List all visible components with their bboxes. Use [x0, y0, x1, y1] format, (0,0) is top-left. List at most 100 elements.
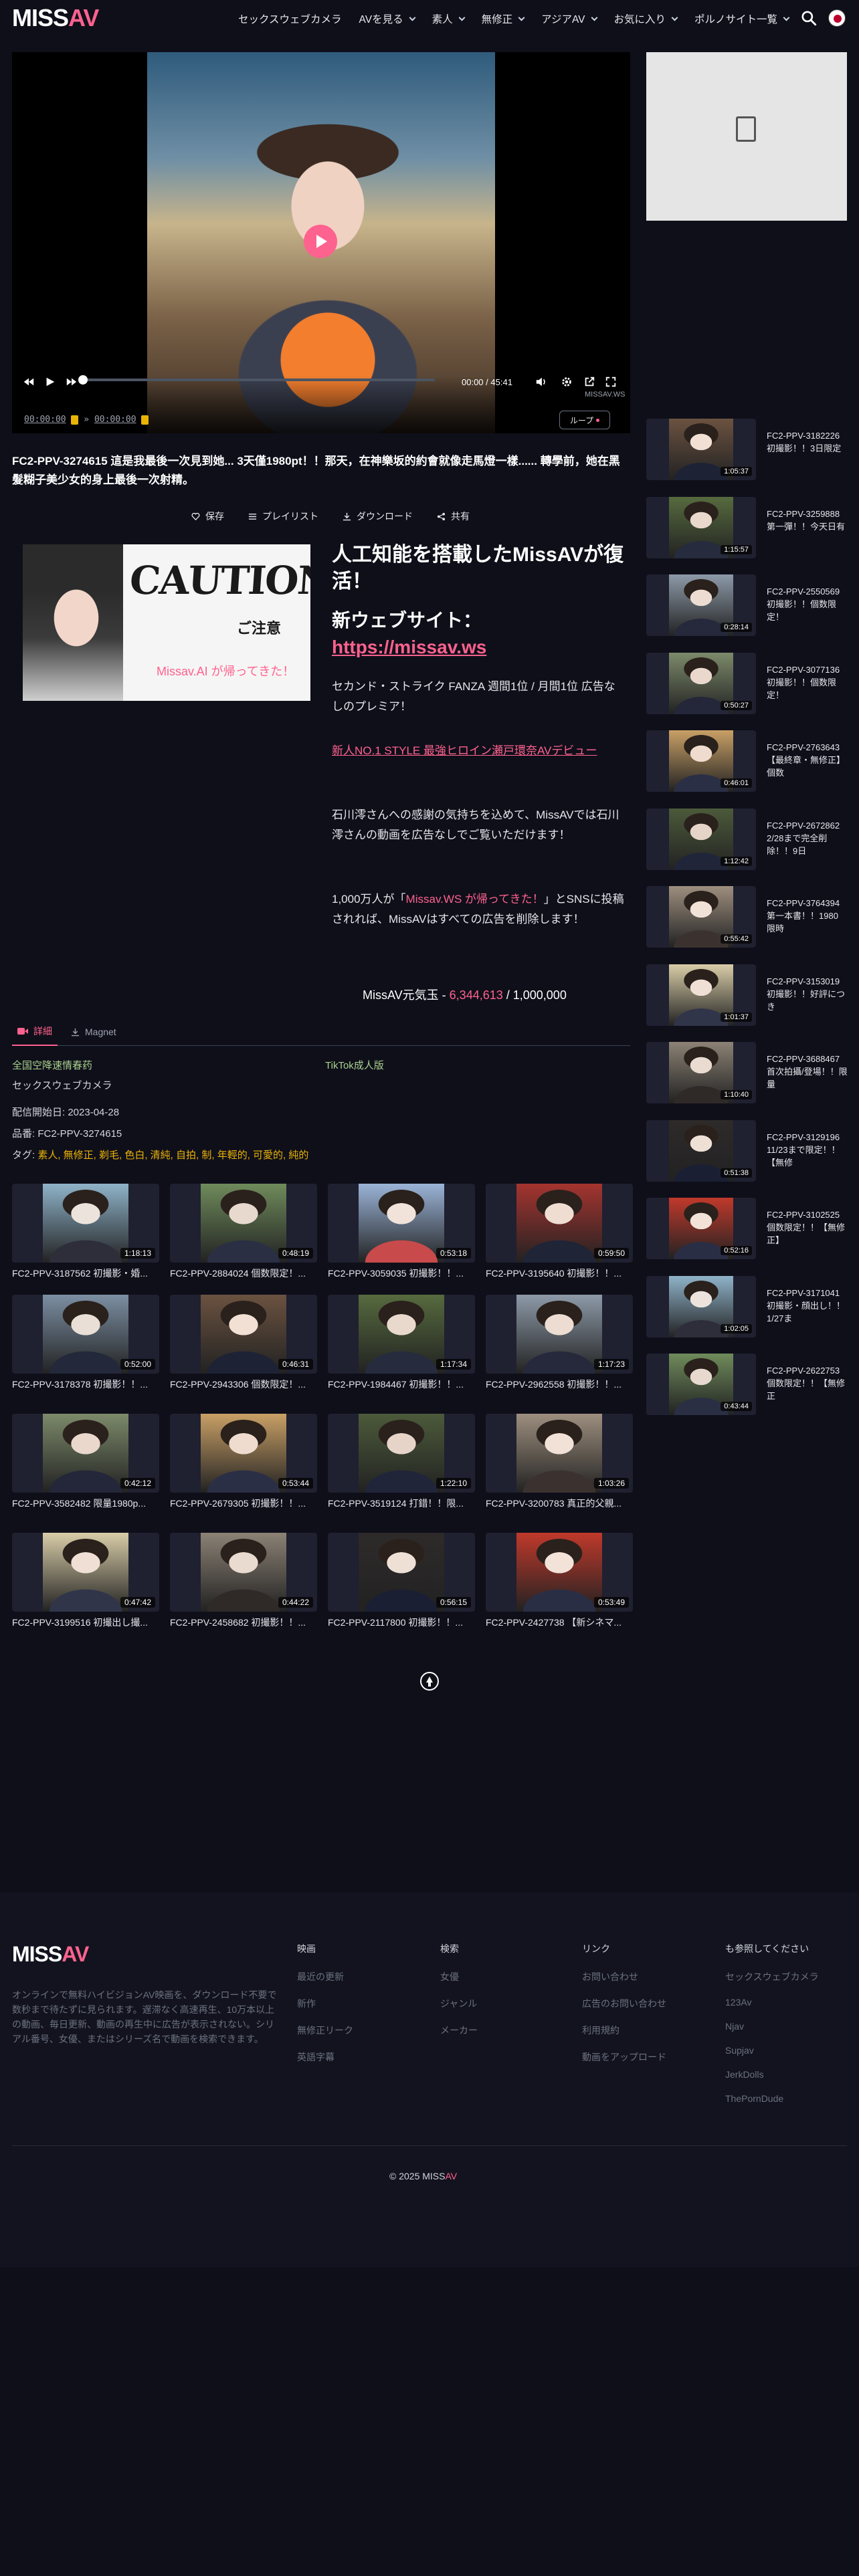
- sidebar-video-title[interactable]: FC2-PPV-3259888 第一彈！！今天日有: [767, 508, 848, 533]
- sidebar-thumbnail[interactable]: 0:46:01: [646, 730, 756, 792]
- footer-link[interactable]: ThePornDude: [725, 2093, 819, 2104]
- video-title-link[interactable]: FC2-PPV-2427738 【新シネマ...: [486, 1616, 634, 1629]
- sidebar-thumbnail[interactable]: 0:50:27: [646, 653, 756, 714]
- video-title-link[interactable]: FC2-PPV-3200783 真正的父親...: [486, 1497, 634, 1510]
- sidebar-video-title[interactable]: FC2-PPV-2622753 個数限定！！【無修正: [767, 1364, 848, 1402]
- video-thumbnail[interactable]: 1:22:10: [328, 1414, 475, 1493]
- sidebar-thumbnail[interactable]: 1:05:37: [646, 419, 756, 480]
- sidebar-thumbnail[interactable]: 1:01:37: [646, 964, 756, 1026]
- sidebar-thumbnail[interactable]: 0:52:16: [646, 1198, 756, 1259]
- video-thumbnail[interactable]: 0:53:49: [486, 1533, 633, 1612]
- share-button[interactable]: 共有: [437, 510, 470, 523]
- set-end-icon[interactable]: [141, 415, 149, 425]
- video-thumbnail[interactable]: 0:53:44: [170, 1414, 317, 1493]
- video-thumbnail[interactable]: 0:46:31: [170, 1295, 317, 1374]
- footer-logo[interactable]: MISSAV: [12, 1942, 89, 1967]
- sidebar-thumbnail[interactable]: 0:28:14: [646, 574, 756, 636]
- video-thumbnail[interactable]: 0:53:18: [328, 1184, 475, 1263]
- sidebar-thumbnail[interactable]: 1:10:40: [646, 1042, 756, 1103]
- video-thumbnail[interactable]: 0:44:22: [170, 1533, 317, 1612]
- footer-link[interactable]: お問い合わせ: [582, 1970, 666, 1983]
- sidebar-thumbnail[interactable]: 1:12:42: [646, 809, 756, 870]
- sidebar-thumbnail[interactable]: 1:02:05: [646, 1276, 756, 1337]
- sidebar-video-title[interactable]: FC2-PPV-3102525 個数限定！！【無修正】: [767, 1208, 848, 1247]
- settings-gear-icon[interactable]: [561, 376, 573, 388]
- nav-amateur[interactable]: 素人: [432, 11, 466, 26]
- video-title-link[interactable]: FC2-PPV-1984467 初撮影！！...: [328, 1378, 476, 1391]
- sidebar-thumbnail[interactable]: 0:55:42: [646, 886, 756, 948]
- sidebar-video-title[interactable]: FC2-PPV-3171041 初撮影・顔出し！！1/27ま: [767, 1287, 848, 1325]
- video-title-link[interactable]: FC2-PPV-2679305 初撮影！！...: [170, 1497, 318, 1510]
- nav-sex-webcam[interactable]: セックスウェブカメラ: [238, 11, 342, 26]
- progress-handle[interactable]: [78, 375, 88, 385]
- footer-link[interactable]: 新作: [297, 1997, 353, 2010]
- set-start-icon[interactable]: [71, 415, 79, 425]
- tab-details[interactable]: 詳細: [12, 1018, 58, 1046]
- nav-site-list[interactable]: ポルノサイト一覧: [694, 11, 790, 26]
- footer-link[interactable]: Supjav: [725, 2045, 819, 2056]
- video-thumbnail[interactable]: 1:17:23: [486, 1295, 633, 1374]
- sidebar-video-title[interactable]: FC2-PPV-3688467 首次拍攝/登場！！限量: [767, 1053, 848, 1091]
- scroll-to-top-icon[interactable]: [420, 1672, 439, 1691]
- sidebar-video-title[interactable]: FC2-PPV-3182226 初撮影！！3日限定: [767, 429, 848, 455]
- sidebar-thumbnail[interactable]: 0:51:38: [646, 1120, 756, 1182]
- new-site-link[interactable]: https://missav.ws: [332, 637, 486, 657]
- nav-uncensored[interactable]: 無修正: [482, 11, 525, 26]
- video-thumbnail[interactable]: 0:56:15: [328, 1533, 475, 1612]
- ab-start-time[interactable]: 00:00:00: [24, 415, 66, 425]
- volume-icon[interactable]: [535, 376, 547, 388]
- footer-link[interactable]: Njav: [725, 2021, 819, 2032]
- search-icon[interactable]: [800, 9, 818, 27]
- footer-link[interactable]: 動画をアップロード: [582, 2050, 666, 2064]
- video-thumbnail[interactable]: 0:48:19: [170, 1184, 317, 1263]
- sidebar-video-title[interactable]: FC2-PPV-3129196 11/23まで限定！！【無修: [767, 1131, 848, 1169]
- sidebar-video-title[interactable]: FC2-PPV-2763643 【最終章・無修正】個数: [767, 741, 848, 779]
- video-title-link[interactable]: FC2-PPV-3195640 初撮影！！...: [486, 1267, 634, 1280]
- footer-link[interactable]: セックスウェブカメラ: [725, 1970, 819, 1983]
- save-button[interactable]: 保存: [191, 510, 224, 523]
- video-title-link[interactable]: FC2-PPV-3059035 初撮影！！...: [328, 1267, 476, 1280]
- tag-links[interactable]: 素人, 無修正, 剃毛, 色白, 清純, 自拍, 制, 年輕的, 可愛的, 純的: [37, 1150, 308, 1161]
- video-thumbnail[interactable]: 1:17:34: [328, 1295, 475, 1374]
- footer-link[interactable]: JerkDolls: [725, 2069, 819, 2080]
- footer-link[interactable]: メーカー: [440, 2024, 478, 2037]
- video-title-link[interactable]: FC2-PPV-2117800 初撮影！！...: [328, 1616, 476, 1629]
- nav-watch-av[interactable]: AVを見る: [359, 11, 416, 26]
- sidebar-video-title[interactable]: FC2-PPV-3764394 第一本書！！1980 限時: [767, 897, 848, 935]
- footer-link[interactable]: 無修正リーク: [297, 2024, 353, 2037]
- rewind-icon[interactable]: [23, 376, 35, 388]
- video-thumbnail[interactable]: 1:18:13: [12, 1184, 159, 1263]
- video-title-link[interactable]: FC2-PPV-3199516 初撮出し撮...: [12, 1616, 161, 1629]
- ab-end-time[interactable]: 00:00:00: [94, 415, 136, 425]
- play-icon[interactable]: [304, 225, 337, 258]
- ad-link-right[interactable]: TikTok成人版: [325, 1058, 384, 1072]
- nav-favorites[interactable]: お気に入り: [614, 11, 678, 26]
- video-title-link[interactable]: FC2-PPV-2884024 個数限定！...: [170, 1267, 318, 1280]
- footer-link[interactable]: 広告のお問い合わせ: [582, 1997, 666, 2010]
- footer-link[interactable]: 123Av: [725, 1997, 819, 2008]
- video-thumbnail[interactable]: 0:52:00: [12, 1295, 159, 1374]
- tab-magnet[interactable]: Magnet: [71, 1018, 116, 1046]
- progress-bar[interactable]: [80, 379, 435, 381]
- video-thumbnail[interactable]: 0:47:42: [12, 1533, 159, 1612]
- play-small-icon[interactable]: [44, 376, 56, 388]
- site-logo[interactable]: MISSAV: [12, 4, 99, 32]
- footer-link[interactable]: ジャンル: [440, 1997, 478, 2010]
- sidebar-video-title[interactable]: FC2-PPV-2550569 初撮影！！個数限定！: [767, 585, 848, 623]
- fast-forward-icon[interactable]: [66, 376, 78, 388]
- video-title-link[interactable]: FC2-PPV-2943306 個数限定！...: [170, 1378, 318, 1391]
- loop-button[interactable]: ループ: [559, 411, 610, 429]
- external-link-icon[interactable]: [583, 376, 595, 388]
- ad-link-left[interactable]: 全国空降速情春药: [12, 1058, 92, 1072]
- nav-asian-av[interactable]: アジアAV: [541, 11, 597, 26]
- webcam-link[interactable]: セックスウェブカメラ: [12, 1078, 112, 1092]
- download-button[interactable]: ダウンロード: [343, 510, 413, 523]
- promo-debut-link[interactable]: 新人NO.1 STYLE 最強ヒロイン瀬戸環奈AVデビュー: [332, 741, 626, 761]
- footer-link[interactable]: 英語字幕: [297, 2050, 353, 2064]
- video-thumbnail[interactable]: 1:03:26: [486, 1414, 633, 1493]
- video-thumbnail[interactable]: 0:59:50: [486, 1184, 633, 1263]
- video-title-link[interactable]: FC2-PPV-3582482 限量1980p...: [12, 1497, 161, 1510]
- footer-link[interactable]: 女優: [440, 1970, 478, 1983]
- video-title-link[interactable]: FC2-PPV-3519124 打錯！！限...: [328, 1497, 476, 1510]
- footer-link[interactable]: 利用規約: [582, 2024, 666, 2037]
